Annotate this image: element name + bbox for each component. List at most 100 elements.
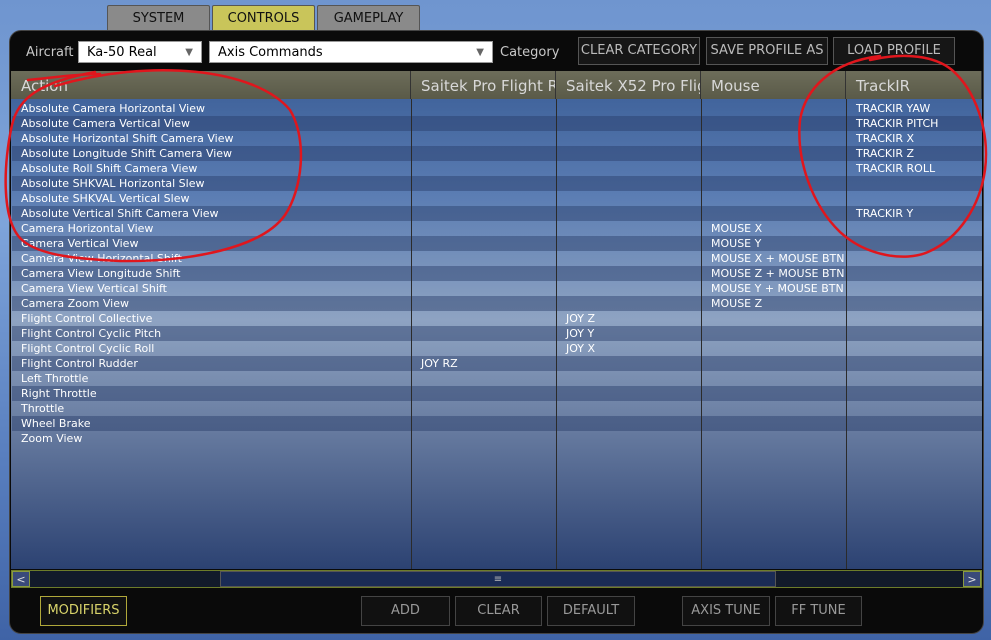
trackir-binding-cell[interactable]: TRACKIR PITCH: [846, 116, 982, 131]
table-row[interactable]: Absolute Longitude Shift Camera View TRAC…: [11, 146, 982, 161]
mouse-binding-cell[interactable]: [701, 356, 846, 371]
column-header-mouse[interactable]: Mouse: [701, 71, 846, 99]
rudder-binding-cell[interactable]: JOY RZ: [411, 356, 556, 371]
table-row[interactable]: Absolute Vertical Shift Camera View TRACK…: [11, 206, 982, 221]
table-row[interactable]: Camera Vertical View MOUSE Y: [11, 236, 982, 251]
column-header-trackir[interactable]: TrackIR: [846, 71, 982, 99]
trackir-binding-cell[interactable]: [846, 266, 982, 281]
trackir-binding-cell[interactable]: TRACKIR X: [846, 131, 982, 146]
category-select[interactable]: Axis Commands ▼: [209, 41, 493, 63]
clear-button[interactable]: CLEAR: [455, 596, 542, 626]
aircraft-select[interactable]: Ka-50 Real ▼: [78, 41, 202, 63]
mouse-binding-cell[interactable]: [701, 371, 846, 386]
rudder-binding-cell[interactable]: [411, 386, 556, 401]
table-row[interactable]: Camera View Horizontal Shift MOUSE X + MO…: [11, 251, 982, 266]
x52-binding-cell[interactable]: [556, 416, 701, 431]
table-row[interactable]: Camera Horizontal View MOUSE X: [11, 221, 982, 236]
action-cell[interactable]: Absolute Camera Vertical View: [11, 116, 411, 131]
rudder-binding-cell[interactable]: [411, 221, 556, 236]
table-row[interactable]: Left Throttle: [11, 371, 982, 386]
action-cell[interactable]: Zoom View: [11, 431, 411, 446]
action-cell[interactable]: Camera View Vertical Shift: [11, 281, 411, 296]
trackir-binding-cell[interactable]: [846, 401, 982, 416]
rudder-binding-cell[interactable]: [411, 251, 556, 266]
x52-binding-cell[interactable]: JOY Z: [556, 311, 701, 326]
column-header-rudder[interactable]: Saitek Pro Flight Rudder Pedals: [411, 71, 556, 99]
x52-binding-cell[interactable]: [556, 146, 701, 161]
column-header-action[interactable]: Action: [11, 71, 411, 99]
x52-binding-cell[interactable]: [556, 371, 701, 386]
mouse-binding-cell[interactable]: [701, 386, 846, 401]
trackir-binding-cell[interactable]: TRACKIR Z: [846, 146, 982, 161]
add-button[interactable]: ADD: [361, 596, 450, 626]
rudder-binding-cell[interactable]: [411, 206, 556, 221]
x52-binding-cell[interactable]: [556, 386, 701, 401]
x52-binding-cell[interactable]: [556, 266, 701, 281]
table-row[interactable]: Absolute Horizontal Shift Camera View TRA…: [11, 131, 982, 146]
mouse-binding-cell[interactable]: [701, 131, 846, 146]
tab-gameplay[interactable]: GAMEPLAY: [317, 5, 420, 31]
rudder-binding-cell[interactable]: [411, 281, 556, 296]
action-cell[interactable]: Absolute Longitude Shift Camera View: [11, 146, 411, 161]
x52-binding-cell[interactable]: [556, 206, 701, 221]
mouse-binding-cell[interactable]: MOUSE Y + MOUSE BTN: [701, 281, 846, 296]
rudder-binding-cell[interactable]: [411, 116, 556, 131]
clear-category-button[interactable]: CLEAR CATEGORY: [578, 37, 700, 65]
axis-tune-button[interactable]: AXIS TUNE: [682, 596, 770, 626]
load-profile-button[interactable]: LOAD PROFILE: [833, 37, 955, 65]
rudder-binding-cell[interactable]: [411, 296, 556, 311]
table-row[interactable]: Absolute Camera Horizontal View TRACKIR Y…: [11, 101, 982, 116]
rudder-binding-cell[interactable]: [411, 341, 556, 356]
mouse-binding-cell[interactable]: MOUSE X: [701, 221, 846, 236]
trackir-binding-cell[interactable]: [846, 236, 982, 251]
action-cell[interactable]: Flight Control Cyclic Pitch: [11, 326, 411, 341]
mouse-binding-cell[interactable]: [701, 401, 846, 416]
x52-binding-cell[interactable]: [556, 161, 701, 176]
trackir-binding-cell[interactable]: [846, 431, 982, 446]
trackir-binding-cell[interactable]: [846, 176, 982, 191]
rudder-binding-cell[interactable]: [411, 416, 556, 431]
action-cell[interactable]: Flight Control Rudder: [11, 356, 411, 371]
x52-binding-cell[interactable]: [556, 221, 701, 236]
rudder-binding-cell[interactable]: [411, 431, 556, 446]
column-header-x52[interactable]: Saitek X52 Pro Flight Controller: [556, 71, 701, 99]
table-row[interactable]: Flight Control Rudder JOY RZ: [11, 356, 982, 371]
trackir-binding-cell[interactable]: [846, 191, 982, 206]
mouse-binding-cell[interactable]: MOUSE X + MOUSE BTN: [701, 251, 846, 266]
action-cell[interactable]: Absolute Vertical Shift Camera View: [11, 206, 411, 221]
arrow-right-icon[interactable]: >: [963, 571, 981, 587]
action-cell[interactable]: Camera Horizontal View: [11, 221, 411, 236]
action-cell[interactable]: Flight Control Collective: [11, 311, 411, 326]
rudder-binding-cell[interactable]: [411, 161, 556, 176]
trackir-binding-cell[interactable]: [846, 371, 982, 386]
trackir-binding-cell[interactable]: [846, 311, 982, 326]
mouse-binding-cell[interactable]: [701, 311, 846, 326]
trackir-binding-cell[interactable]: [846, 296, 982, 311]
action-cell[interactable]: Camera Zoom View: [11, 296, 411, 311]
mouse-binding-cell[interactable]: MOUSE Z + MOUSE BTN: [701, 266, 846, 281]
mouse-binding-cell[interactable]: [701, 326, 846, 341]
table-row[interactable]: Zoom View: [11, 431, 982, 446]
action-cell[interactable]: Throttle: [11, 401, 411, 416]
modifiers-button[interactable]: MODIFIERS: [40, 596, 127, 626]
rudder-binding-cell[interactable]: [411, 191, 556, 206]
trackir-binding-cell[interactable]: [846, 221, 982, 236]
x52-binding-cell[interactable]: [556, 101, 701, 116]
x52-binding-cell[interactable]: [556, 116, 701, 131]
action-cell[interactable]: Absolute SHKVAL Horizontal Slew: [11, 176, 411, 191]
trackir-binding-cell[interactable]: [846, 356, 982, 371]
table-row[interactable]: Absolute Camera Vertical View TRACKIR PIT…: [11, 116, 982, 131]
mouse-binding-cell[interactable]: MOUSE Y: [701, 236, 846, 251]
mouse-binding-cell[interactable]: [701, 161, 846, 176]
action-cell[interactable]: Camera Vertical View: [11, 236, 411, 251]
mouse-binding-cell[interactable]: [701, 146, 846, 161]
rudder-binding-cell[interactable]: [411, 401, 556, 416]
table-row[interactable]: Right Throttle: [11, 386, 982, 401]
rudder-binding-cell[interactable]: [411, 146, 556, 161]
table-row[interactable]: Camera View Longitude Shift MOUSE Z + MOU…: [11, 266, 982, 281]
table-row[interactable]: Flight Control Collective JOY Z: [11, 311, 982, 326]
trackir-binding-cell[interactable]: [846, 326, 982, 341]
x52-binding-cell[interactable]: [556, 251, 701, 266]
trackir-binding-cell[interactable]: TRACKIR YAW: [846, 101, 982, 116]
tab-system[interactable]: SYSTEM: [107, 5, 210, 31]
